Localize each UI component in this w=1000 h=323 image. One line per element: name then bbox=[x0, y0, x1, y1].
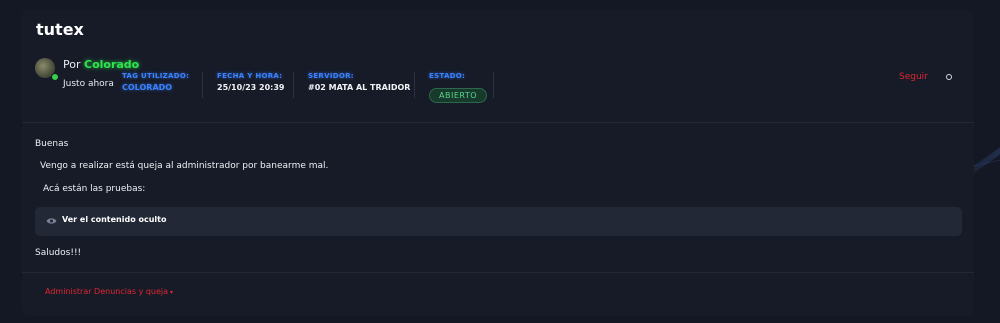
footer-divider bbox=[22, 272, 974, 273]
meta-date: FECHA Y HORA: 25/10/23 20:39 bbox=[217, 72, 285, 92]
status-badge: ABIERTO bbox=[429, 88, 488, 103]
chevron-down-icon: ▾ bbox=[170, 289, 174, 296]
meta-tag-value: COLORADO bbox=[122, 83, 173, 92]
circle-icon[interactable] bbox=[946, 74, 952, 80]
hidden-content-toggle[interactable]: Ver el contenido oculto bbox=[35, 207, 962, 236]
post-greeting: Buenas bbox=[35, 139, 69, 149]
meta-server-label: SERVIDOR: bbox=[308, 72, 354, 80]
meta-server: SERVIDOR: #02 MATA AL TRAIDOR bbox=[308, 72, 410, 92]
post-header: Por Colorado Justo ahora TAG UTILIZADO: … bbox=[22, 52, 974, 104]
meta-separator bbox=[414, 72, 415, 98]
thread-title: tutex bbox=[36, 20, 84, 39]
author-line: Por Colorado bbox=[63, 58, 139, 71]
meta-tag-label: TAG UTILIZADO: bbox=[122, 72, 190, 80]
meta-separator bbox=[202, 72, 203, 98]
author-name-link[interactable]: Colorado bbox=[84, 58, 139, 71]
meta-tag: TAG UTILIZADO: COLORADO bbox=[122, 72, 189, 92]
meta-status: ESTADO: ABIERTO bbox=[429, 72, 488, 103]
meta-date-value: 25/10/23 20:39 bbox=[217, 83, 285, 92]
post-line: Acá están las pruebas: bbox=[43, 184, 146, 194]
online-status-indicator bbox=[51, 73, 59, 81]
follow-button[interactable]: Seguir bbox=[899, 72, 928, 82]
post-time: Justo ahora bbox=[63, 79, 114, 89]
hidden-content-label: Ver el contenido oculto bbox=[62, 215, 167, 224]
post-closing: Saludos!!! bbox=[35, 248, 82, 258]
meta-separator bbox=[493, 72, 494, 98]
meta-separator bbox=[293, 72, 294, 98]
admin-reports-label: Administrar Denuncias y queja bbox=[45, 287, 169, 296]
author-prefix: Por bbox=[63, 58, 81, 71]
meta-server-value: #02 MATA AL TRAIDOR bbox=[308, 83, 411, 92]
admin-reports-menu-link[interactable]: Administrar Denuncias y queja ▾ bbox=[45, 287, 173, 296]
meta-date-label: FECHA Y HORA: bbox=[217, 72, 283, 80]
eye-icon bbox=[46, 218, 57, 224]
meta-status-label: ESTADO: bbox=[429, 72, 466, 80]
post-line: Vengo a realizar está queja al administr… bbox=[40, 161, 329, 171]
header-divider bbox=[22, 122, 974, 123]
